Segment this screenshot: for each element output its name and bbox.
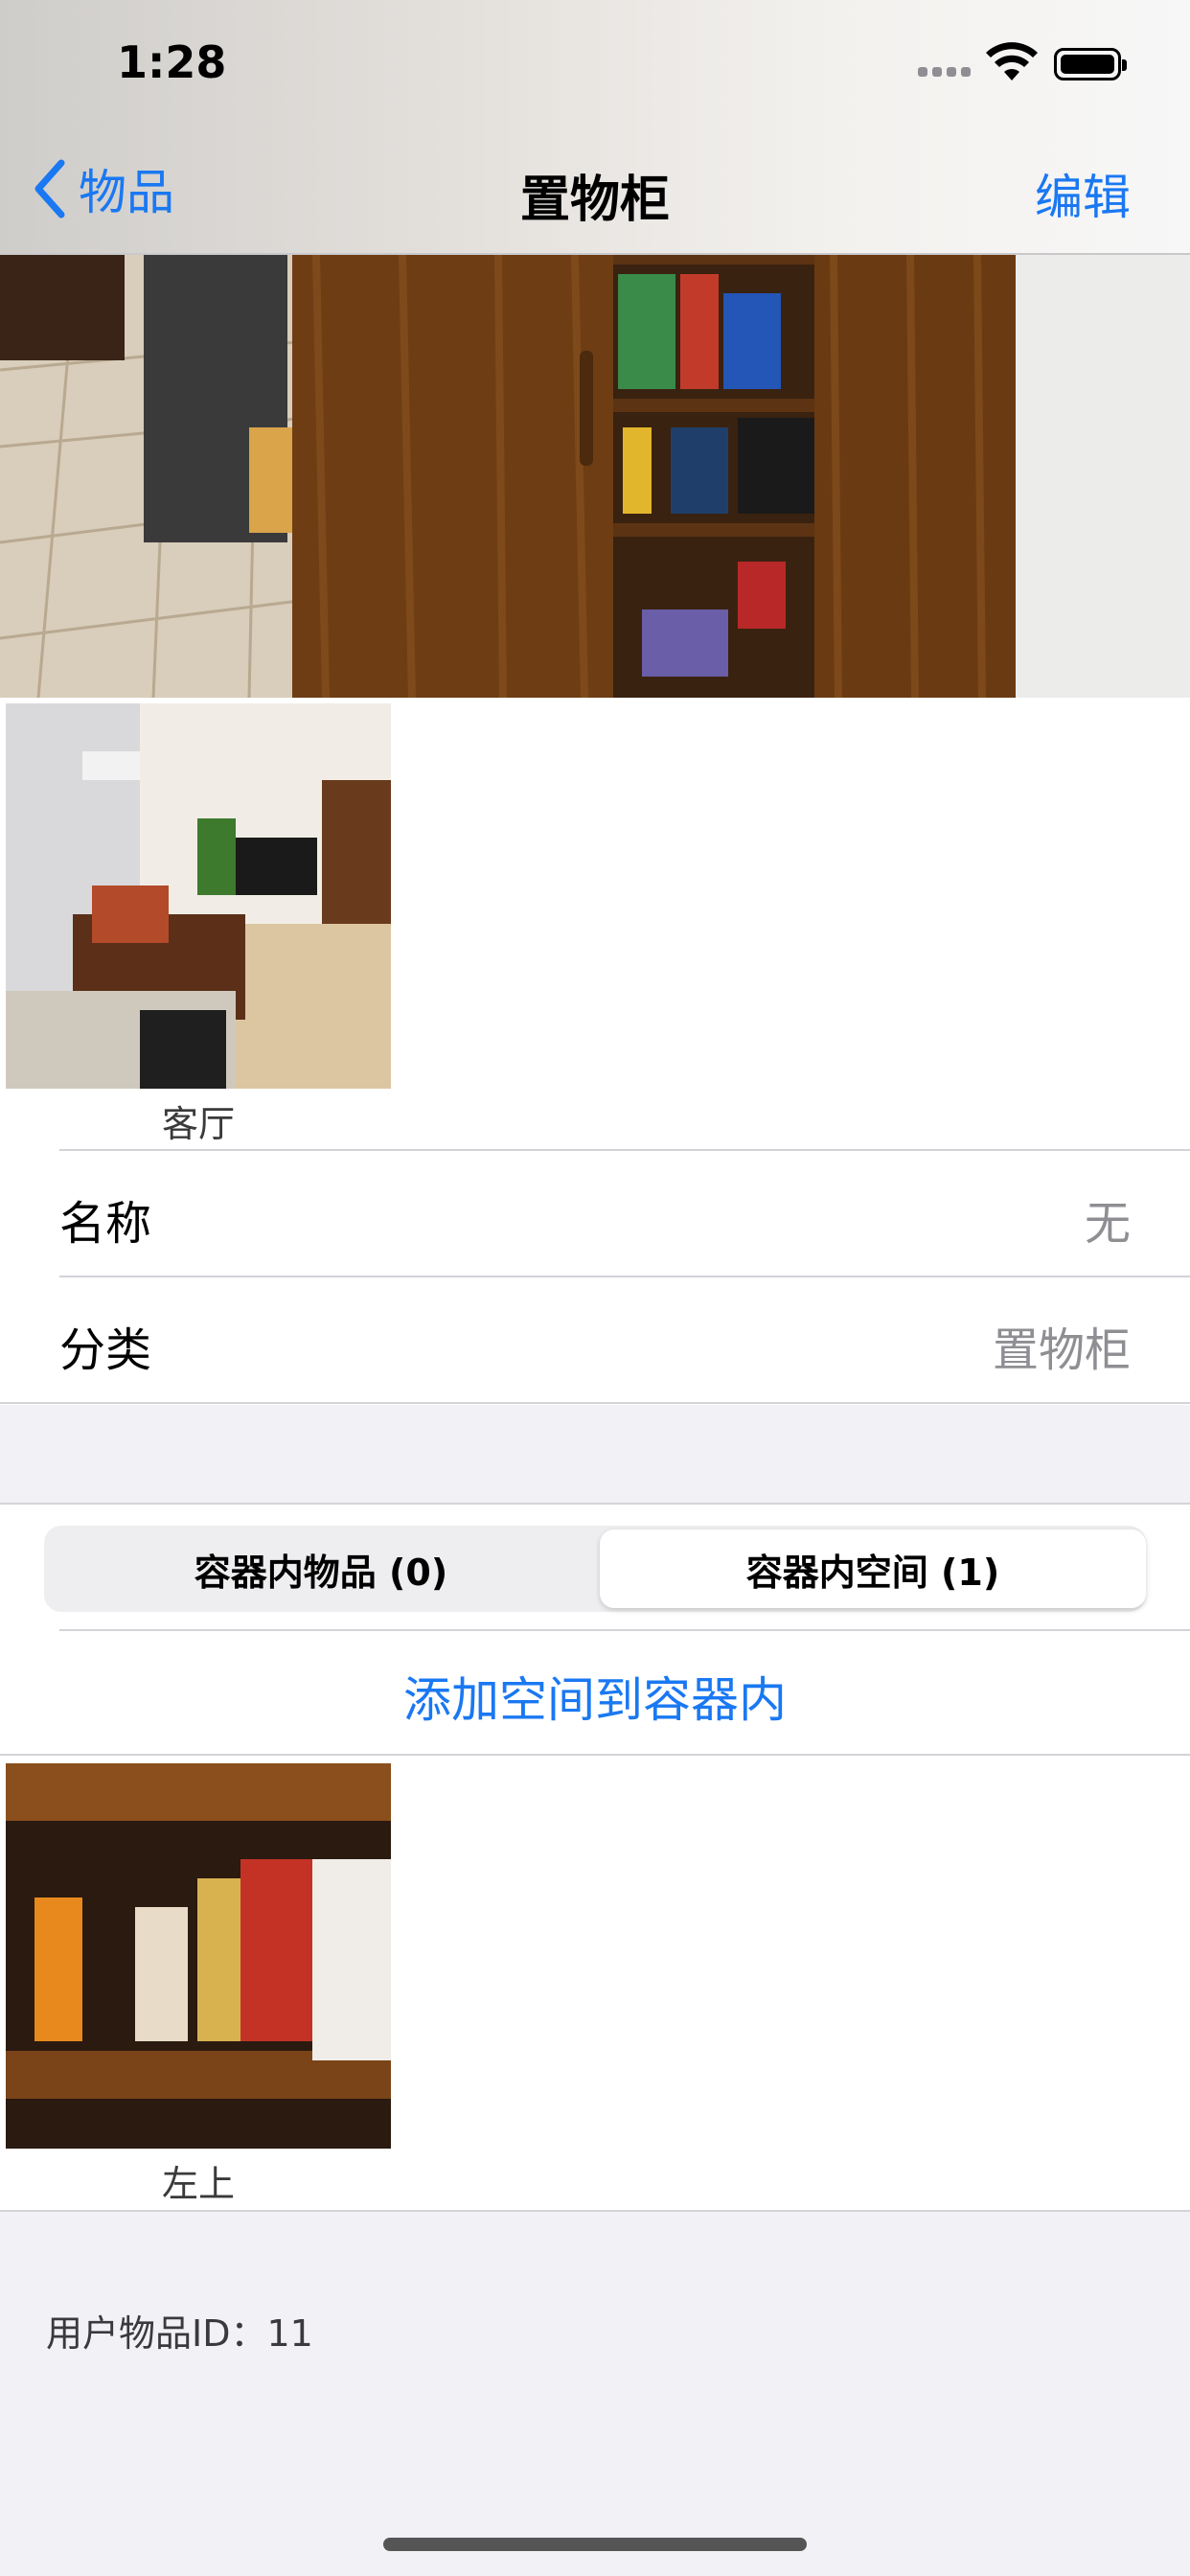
- location-caption: 客厅: [161, 1103, 235, 1145]
- name-row[interactable]: 名称 无: [0, 1151, 1190, 1276]
- space-thumbnail[interactable]: [6, 1763, 391, 2149]
- segmented-control: 容器内物品 (0) 容器内空间 (1): [44, 1526, 1146, 1612]
- name-label: 名称: [59, 1197, 152, 1251]
- category-label: 分类: [59, 1323, 152, 1377]
- space-caption: 左上: [161, 2163, 235, 2205]
- status-time: 1:28: [117, 36, 227, 88]
- edit-button[interactable]: 编辑: [1035, 159, 1131, 228]
- living-room-photo: [6, 703, 391, 1089]
- home-indicator[interactable]: [383, 2538, 807, 2551]
- battery-icon: [1054, 48, 1127, 80]
- shelf-photo: [6, 1763, 391, 2149]
- tab-spaces-in-container[interactable]: 容器内空间 (1): [600, 1530, 1146, 1608]
- name-value: 无: [1084, 1197, 1131, 1251]
- category-value: 置物柜: [992, 1323, 1131, 1377]
- divider: [0, 1402, 1190, 1404]
- wifi-icon: [986, 42, 1038, 80]
- cabinet-photo[interactable]: [0, 255, 1190, 698]
- divider: [0, 1503, 1190, 1505]
- user-item-id: 用户物品ID：11: [46, 2312, 313, 2355]
- divider: [0, 1754, 1190, 1756]
- add-space-button[interactable]: 添加空间到容器内: [0, 1662, 1190, 1731]
- cabinet-photo-image: [0, 255, 1190, 698]
- page-title: 置物柜: [519, 172, 670, 229]
- category-row[interactable]: 分类 置物柜: [0, 1277, 1190, 1402]
- divider: [0, 2210, 1190, 2212]
- divider: [59, 1629, 1190, 1631]
- location-thumbnail[interactable]: [6, 703, 391, 1089]
- tab-items-in-container[interactable]: 容器内物品 (0): [48, 1530, 594, 1608]
- cellular-signal-icon: [918, 67, 972, 79]
